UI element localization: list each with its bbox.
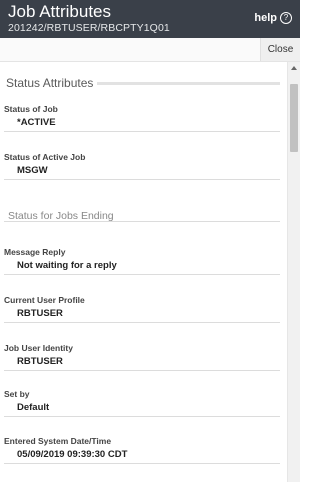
subsection-title: Status for Jobs Ending bbox=[8, 210, 114, 222]
field-label: Entered System Date/Time bbox=[4, 436, 112, 446]
field-value: MSGW bbox=[17, 165, 48, 176]
help-button[interactable]: help ? bbox=[254, 12, 292, 24]
help-circle-icon: ? bbox=[280, 12, 292, 24]
section-title: Status Attributes bbox=[6, 76, 98, 90]
field-set-by: Set by Default bbox=[4, 389, 280, 417]
help-label: help bbox=[254, 12, 277, 24]
field-label: Message Reply bbox=[4, 247, 66, 257]
field-status-of-active-job: Status of Active Job MSGW bbox=[4, 152, 280, 180]
field-label: Current User Profile bbox=[4, 295, 85, 305]
field-label: Job User Identity bbox=[4, 343, 73, 353]
subsection-status-for-jobs-ending: Status for Jobs Ending bbox=[4, 210, 280, 222]
field-value: RBTUSER bbox=[17, 308, 63, 319]
field-label: Status of Active Job bbox=[4, 152, 86, 162]
field-value: Default bbox=[17, 402, 50, 413]
field-job-user-identity: Job User Identity RBTUSER bbox=[4, 343, 280, 371]
dialog-title: Job Attributes bbox=[8, 2, 112, 21]
field-message-reply: Message Reply Not waiting for a reply bbox=[4, 247, 280, 275]
close-button[interactable]: Close bbox=[260, 38, 300, 61]
field-label: Status of Job bbox=[4, 104, 58, 114]
vertical-scrollbar[interactable] bbox=[287, 62, 300, 482]
field-label: Set by bbox=[4, 389, 30, 399]
field-value: Not waiting for a reply bbox=[17, 260, 117, 271]
field-status-of-job: Status of Job *ACTIVE bbox=[4, 104, 280, 132]
field-current-user-profile: Current User Profile RBTUSER bbox=[4, 295, 280, 323]
field-value: *ACTIVE bbox=[17, 117, 56, 128]
field-entered-system-datetime: Entered System Date/Time 05/09/2019 09:3… bbox=[4, 436, 280, 464]
scrollbar-thumb[interactable] bbox=[290, 84, 298, 152]
attributes-panel: Status Attributes Status of Job *ACTIVE … bbox=[0, 62, 287, 482]
job-identifier: 201242/RBTUSER/RBCPTY1Q01 bbox=[8, 22, 170, 34]
dialog-header: Job Attributes 201242/RBTUSER/RBCPTY1Q01… bbox=[0, 0, 300, 38]
scroll-up-arrow-icon[interactable] bbox=[291, 66, 297, 70]
dialog-toolbar: Close bbox=[0, 38, 300, 62]
field-value: 05/09/2019 09:39:30 CDT bbox=[17, 449, 128, 460]
field-value: RBTUSER bbox=[17, 356, 63, 367]
section-header: Status Attributes bbox=[6, 76, 280, 90]
